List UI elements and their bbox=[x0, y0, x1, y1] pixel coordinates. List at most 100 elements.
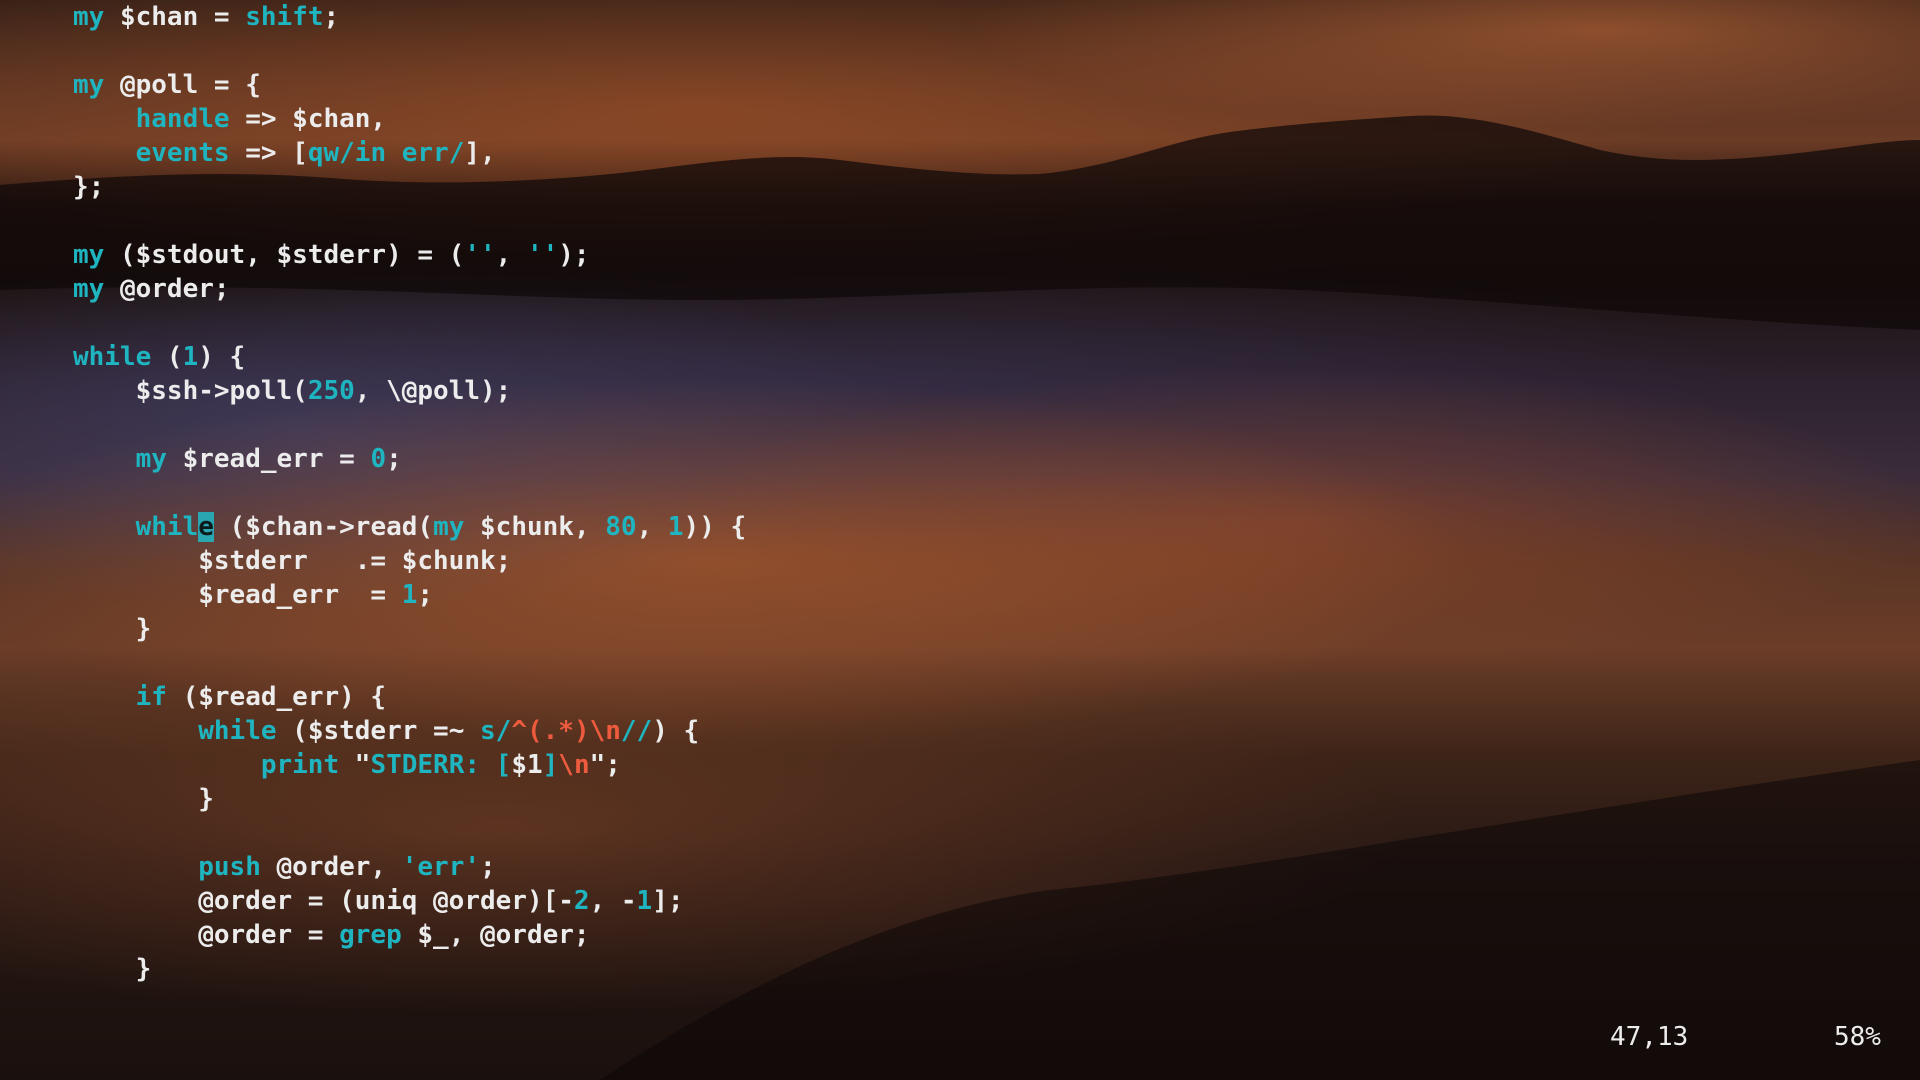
code-token: ; bbox=[417, 580, 434, 610]
code-line: my @order; bbox=[73, 272, 230, 306]
code-token: @order; bbox=[104, 274, 230, 304]
code-token: whil bbox=[135, 512, 199, 542]
code-token: @order = bbox=[73, 920, 340, 950]
code-line: while ($chan->read(my $chunk, 80, 1)) { bbox=[73, 510, 746, 544]
code-line: my $chan = shift; bbox=[73, 0, 339, 34]
code-token: ^(.*)\n bbox=[511, 716, 621, 746]
code-token: qw/in err/ bbox=[307, 138, 465, 168]
code-line: if ($read_err) { bbox=[73, 680, 386, 714]
code-token: ($read_err) { bbox=[166, 682, 387, 712]
code-token: // bbox=[620, 716, 653, 746]
cursor-position: 47,13 bbox=[1610, 1022, 1689, 1052]
code-token: 1 bbox=[636, 886, 653, 916]
code-token: => $chan, bbox=[229, 104, 387, 134]
code-line: @order = grep $_, @order; bbox=[73, 918, 590, 952]
code-token: ; bbox=[386, 444, 402, 474]
code-line: print "STDERR: [$1]\n"; bbox=[73, 748, 621, 782]
code-token: ; bbox=[480, 852, 496, 882]
code-line: $read_err = 1; bbox=[73, 578, 433, 612]
code-token: $stderr .= $chunk; bbox=[73, 546, 512, 576]
code-token: , bbox=[636, 512, 668, 542]
code-token: $chunk, bbox=[464, 512, 606, 542]
code-token: $read_err = bbox=[73, 580, 402, 610]
code-line: } bbox=[73, 952, 152, 986]
code-token: while bbox=[198, 716, 277, 746]
code-token: } bbox=[73, 954, 152, 984]
code-token: 0 bbox=[370, 444, 387, 474]
code-line: }; bbox=[73, 170, 104, 204]
code-token: , \@poll); bbox=[354, 376, 512, 406]
code-token: @order = (uniq @order)[- bbox=[73, 886, 574, 916]
code-token: push bbox=[198, 852, 261, 882]
code-token: 80 bbox=[605, 512, 637, 542]
code-token: handle bbox=[135, 104, 230, 134]
code-line: my ($stdout, $stderr) = ('', ''); bbox=[73, 238, 590, 272]
code-token: $1 bbox=[511, 750, 543, 780]
code-token: \n bbox=[558, 750, 590, 780]
code-token: ; bbox=[323, 2, 340, 32]
code-token: , - bbox=[589, 886, 637, 916]
code-token: $chan = bbox=[104, 2, 246, 32]
code-token: ], bbox=[464, 138, 496, 168]
code-token: shift bbox=[245, 2, 324, 32]
code-line: $ssh->poll(250, \@poll); bbox=[73, 374, 512, 408]
code-token: ) { bbox=[198, 342, 246, 372]
code-token: $ssh->poll( bbox=[73, 376, 308, 406]
code-token: my bbox=[73, 70, 105, 100]
code-line: while ($stderr =~ s/^(.*)\n//) { bbox=[73, 714, 699, 748]
code-token: @order, bbox=[260, 852, 402, 882]
code-line: my $read_err = 0; bbox=[73, 442, 402, 476]
code-token: } bbox=[73, 614, 152, 644]
code-line: my @poll = { bbox=[73, 68, 261, 102]
code-line: } bbox=[73, 782, 214, 816]
code-token: ( bbox=[151, 342, 183, 372]
code-line: $stderr .= $chunk; bbox=[73, 544, 511, 578]
code-token: @poll = { bbox=[104, 70, 261, 100]
code-token: " bbox=[339, 750, 371, 780]
code-token: }; bbox=[73, 172, 105, 202]
code-token: events bbox=[135, 138, 230, 168]
code-token: ); bbox=[558, 240, 590, 270]
code-token: STDERR: [ bbox=[370, 750, 512, 780]
code-token: my bbox=[73, 274, 105, 304]
code-token: ) { bbox=[652, 716, 700, 746]
code-line: } bbox=[73, 612, 152, 646]
code-line: @order = (uniq @order)[-2, -1]; bbox=[73, 884, 684, 918]
code-token: $_, @order; bbox=[401, 920, 590, 950]
code-token: if bbox=[135, 682, 167, 712]
code-token: grep bbox=[339, 920, 402, 950]
code-token: my bbox=[433, 512, 465, 542]
code-line: handle => $chan, bbox=[73, 102, 386, 136]
code-token: my bbox=[73, 240, 105, 270]
code-token: while bbox=[73, 342, 152, 372]
code-token: '' bbox=[526, 240, 559, 270]
code-line: while (1) { bbox=[73, 340, 245, 374]
code-token: ($stdout, $stderr) = ( bbox=[104, 240, 465, 270]
code-token: 1 bbox=[182, 342, 199, 372]
code-token: ]; bbox=[652, 886, 684, 916]
code-token: )) { bbox=[683, 512, 747, 542]
code-line: events => [qw/in err/], bbox=[73, 136, 496, 170]
code-editor[interactable]: my $chan = shift; my @poll = { handle => … bbox=[0, 0, 1920, 1080]
scroll-percent: 58% bbox=[1834, 1022, 1881, 1052]
code-token: => [ bbox=[229, 138, 308, 168]
code-token: $read_err = bbox=[166, 444, 371, 474]
code-token: s/ bbox=[480, 716, 512, 746]
code-token: 'err' bbox=[401, 852, 481, 882]
code-token: 1 bbox=[401, 580, 418, 610]
code-token: 2 bbox=[573, 886, 590, 916]
code-token: ($chan->read( bbox=[213, 512, 434, 542]
code-token: 1 bbox=[667, 512, 684, 542]
code-token: ] bbox=[542, 750, 559, 780]
code-token: "; bbox=[589, 750, 621, 780]
code-token: my bbox=[73, 2, 105, 32]
text-cursor: e bbox=[198, 512, 214, 542]
